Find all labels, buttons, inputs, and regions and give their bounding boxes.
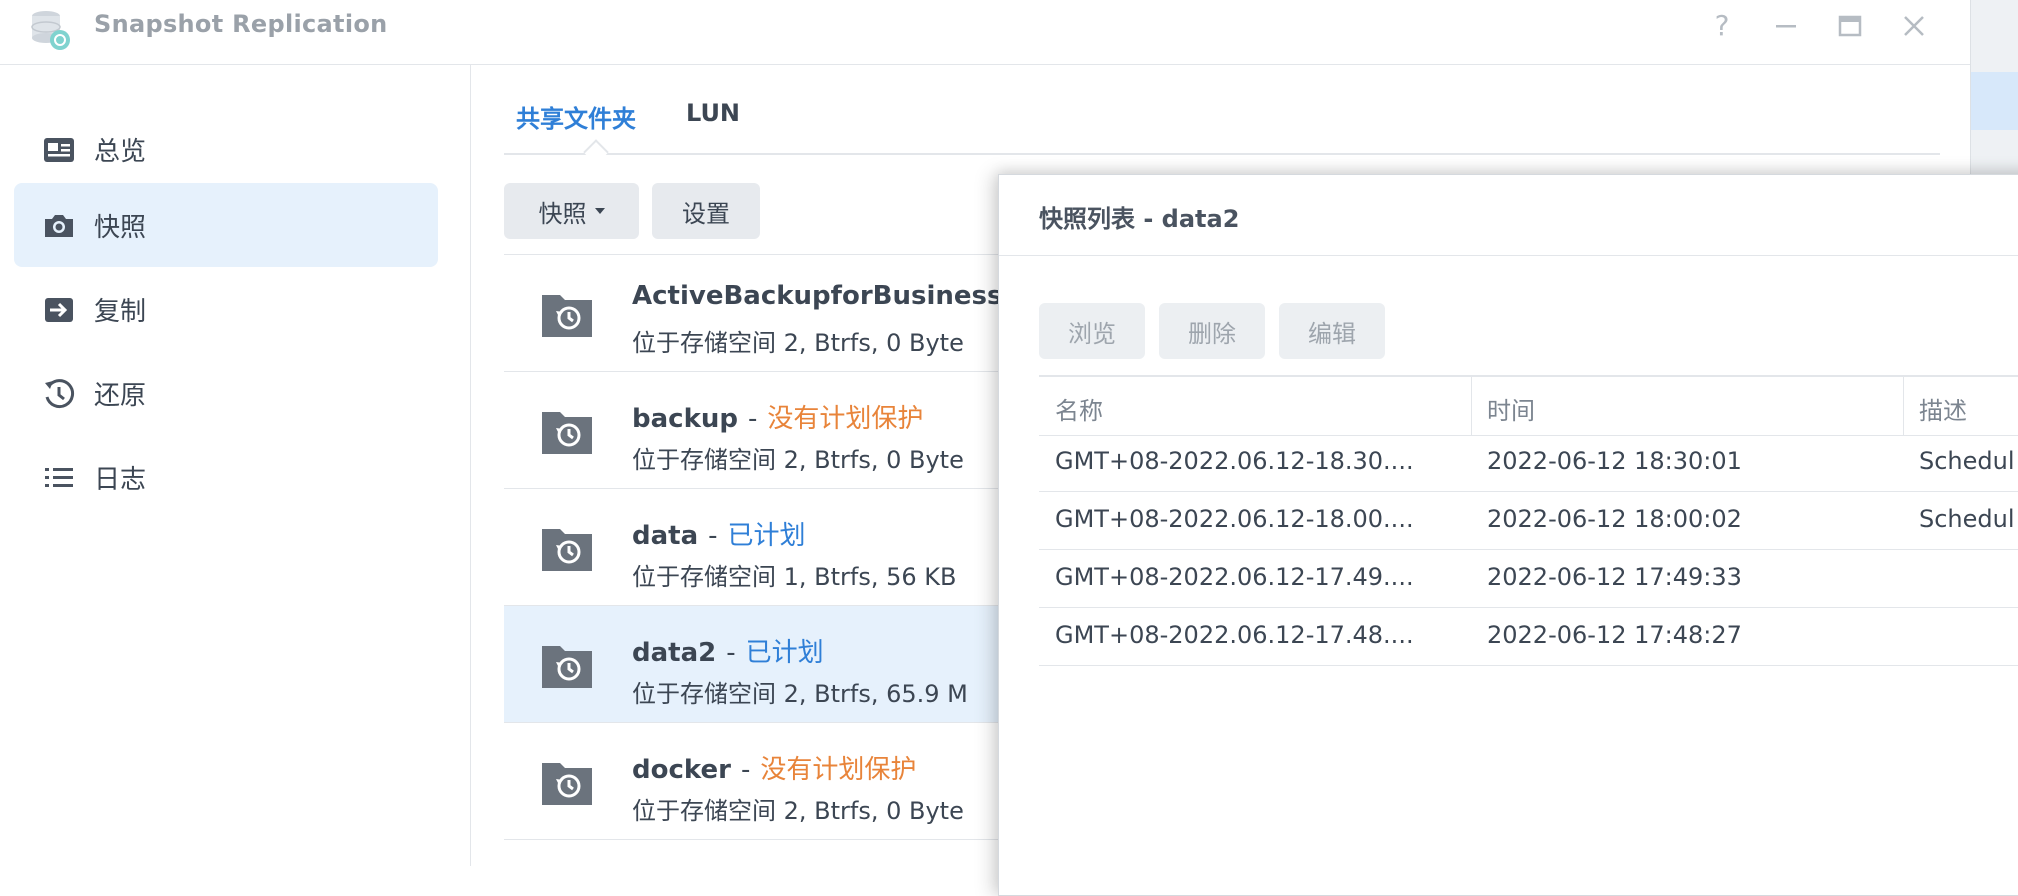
dialog-header-divider	[999, 255, 2018, 256]
folder-name-line: backup - 没有计划保护	[632, 398, 923, 435]
help-button[interactable]: ?	[1704, 8, 1740, 44]
folder-separator: -	[708, 521, 718, 551]
table-row[interactable]: GMT+08-2022.06.12-18.00.... 2022-06-12 1…	[1039, 491, 2018, 550]
folder-description: 位于存储空间 2, Btrfs, 65.9 M	[632, 680, 968, 708]
delete-button[interactable]: 删除	[1159, 303, 1265, 359]
sidebar-item-label: 复制	[94, 296, 147, 327]
background-window-highlight	[1971, 72, 2018, 130]
snapshot-desc-cell: Schedul	[1919, 505, 2015, 533]
snapshot-time-cell: 2022-06-12 17:49:33	[1487, 563, 1742, 591]
snapshot-folder-icon	[542, 646, 592, 688]
title-bar: Snapshot Replication ?	[0, 0, 1970, 65]
minimize-button[interactable]	[1768, 8, 1804, 44]
log-list-icon	[45, 468, 73, 487]
snapshot-folder-icon	[542, 412, 592, 454]
sidebar-item-log[interactable]: 日志	[14, 435, 438, 519]
column-header-description[interactable]: 描述	[1919, 391, 1967, 426]
snapshot-list-dialog: 快照列表 - data2 浏览 删除 编辑 名称 时间 描述 GMT+08-20…	[998, 174, 2018, 896]
tab-lun[interactable]: LUN	[686, 99, 740, 127]
active-tab-indicator	[583, 139, 609, 165]
folder-separator: -	[740, 755, 751, 785]
folder-name-line: data2- 已计划	[632, 632, 824, 669]
folder-name-line: docker - 没有计划保护	[632, 749, 916, 786]
column-divider[interactable]	[1903, 377, 1904, 435]
folder-description: 位于存储空间 2, Btrfs, 0 Byte	[632, 329, 964, 357]
table-row[interactable]: GMT+08-2022.06.12-17.49.... 2022-06-12 1…	[1039, 549, 2018, 608]
sidebar-item-label: 总览	[94, 136, 147, 167]
folder-separator: -	[747, 404, 758, 434]
folder-description: 位于存储空间 2, Btrfs, 0 Byte	[632, 797, 964, 825]
settings-button[interactable]: 设置	[652, 183, 760, 239]
edit-button[interactable]: 编辑	[1279, 303, 1385, 359]
camera-icon	[45, 215, 73, 237]
sidebar-item-replication[interactable]: 复制	[14, 267, 438, 351]
column-divider[interactable]	[1471, 377, 1472, 435]
chevron-down-icon	[594, 208, 605, 214]
replicate-icon	[45, 298, 73, 322]
snapshot-folder-icon	[542, 295, 592, 337]
close-button[interactable]	[1896, 8, 1932, 44]
column-header-name[interactable]: 名称	[1055, 391, 1103, 426]
sidebar-item-label: 快照	[94, 212, 147, 243]
snapshot-time-cell: 2022-06-12 18:30:01	[1487, 447, 1742, 475]
snapshot-dropdown-button[interactable]: 快照	[504, 183, 639, 239]
maximize-button[interactable]	[1832, 8, 1868, 44]
snapshot-time-cell: 2022-06-12 17:48:27	[1487, 621, 1742, 649]
table-row[interactable]: GMT+08-2022.06.12-18.30.... 2022-06-12 1…	[1039, 433, 2018, 492]
folder-name-line: data - 已计划	[632, 515, 806, 552]
sidebar-item-label: 日志	[94, 464, 147, 495]
folder-name: data2	[632, 638, 717, 668]
table-row[interactable]: GMT+08-2022.06.12-17.48.... 2022-06-12 1…	[1039, 607, 2018, 666]
tab-bar: 共享文件夹 LUN	[504, 99, 1940, 165]
folder-name: ActiveBackupforBusiness	[632, 281, 1003, 311]
status-badge: 已计划	[727, 521, 806, 551]
sidebar-item-snapshot[interactable]: 快照	[14, 183, 438, 267]
table-header: 名称 时间 描述	[1039, 375, 2018, 436]
snapshot-name-cell: GMT+08-2022.06.12-17.49....	[1055, 563, 1414, 591]
folder-description: 位于存储空间 2, Btrfs, 0 Byte	[632, 446, 964, 474]
folder-name-line: ActiveBackupforBusiness	[632, 281, 1002, 311]
snapshot-button-label: 快照	[538, 199, 587, 228]
app-title: Snapshot Replication	[94, 10, 388, 38]
snapshot-desc-cell: Schedul	[1919, 447, 2015, 475]
folder-name: docker	[632, 755, 731, 785]
browse-button[interactable]: 浏览	[1039, 303, 1145, 359]
status-badge: 没有计划保护	[760, 755, 917, 785]
sidebar-item-label: 还原	[94, 380, 147, 411]
status-badge: 没有计划保护	[767, 404, 924, 434]
column-header-time[interactable]: 时间	[1487, 391, 1535, 426]
tab-shared-folder[interactable]: 共享文件夹	[516, 99, 636, 134]
restore-icon	[45, 379, 75, 409]
folder-name: data	[632, 521, 699, 551]
snapshot-app-icon	[31, 11, 70, 50]
snapshot-folder-icon	[542, 529, 592, 571]
overview-icon	[44, 138, 74, 162]
folder-name: backup	[632, 404, 738, 434]
status-badge: 已计划	[745, 638, 824, 668]
sidebar: 总览 快照 复制 还原 日志	[0, 65, 471, 866]
snapshot-time-cell: 2022-06-12 18:00:02	[1487, 505, 1742, 533]
sidebar-item-overview[interactable]: 总览	[14, 107, 438, 191]
snapshot-folder-icon	[542, 763, 592, 805]
folder-description: 位于存储空间 1, Btrfs, 56 KB	[632, 563, 957, 591]
snapshot-name-cell: GMT+08-2022.06.12-18.30....	[1055, 447, 1414, 475]
folder-separator: -	[726, 638, 736, 668]
snapshot-name-cell: GMT+08-2022.06.12-17.48....	[1055, 621, 1414, 649]
snapshot-name-cell: GMT+08-2022.06.12-18.00....	[1055, 505, 1414, 533]
sidebar-item-restore[interactable]: 还原	[14, 351, 438, 435]
dialog-title: 快照列表 - data2	[1039, 205, 1240, 233]
